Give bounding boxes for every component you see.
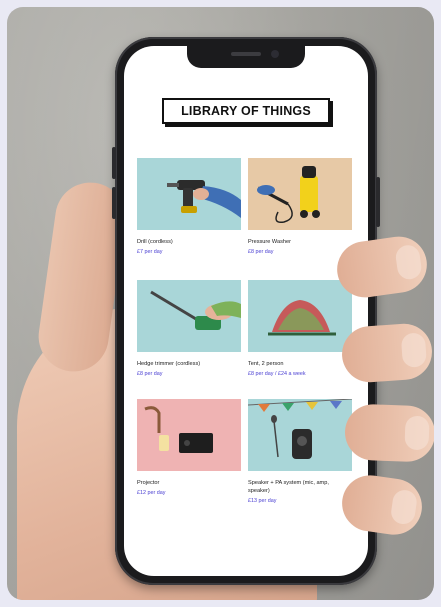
earpiece-speaker [231,52,261,56]
speaker-image[interactable] [248,399,352,471]
tent-icon [268,300,336,336]
product-card-pressure-washer[interactable]: Pressure Washer £8 per day [248,158,352,256]
product-title[interactable]: Speaker + PA system (mic, amp, speaker) [248,479,352,495]
product-card-hedge-trimmer[interactable]: Hedge trimmer (cordless) £8 per day [137,280,241,378]
hedge-trimmer-icon [150,290,241,330]
image-frame: LIBRARY OF THINGS Drill (cordless) £7 pe… [0,0,441,607]
projector-image[interactable] [137,399,241,471]
logo-text: LIBRARY OF THINGS [181,104,311,118]
power-button [376,177,380,227]
projector-icon [144,406,213,453]
product-card-drill[interactable]: Drill (cordless) £7 per day [137,158,241,256]
front-camera [271,50,279,58]
product-title[interactable]: Pressure Washer [248,238,352,246]
tent-image[interactable] [248,280,352,352]
hedge-trimmer-image[interactable] [137,280,241,352]
finger-middle [340,321,434,385]
volume-up-button [112,147,116,179]
library-of-things-logo[interactable]: LIBRARY OF THINGS [162,98,330,124]
drill-icon [167,180,241,218]
drill-image[interactable] [137,158,241,230]
smartphone: LIBRARY OF THINGS Drill (cordless) £7 pe… [112,37,380,585]
pressure-washer-image[interactable] [248,158,352,230]
product-card-tent[interactable]: Tent, 2 person £8 per day / £24 a week [248,280,352,378]
product-price: £13 per day [248,498,277,504]
product-price: £7 per day [137,249,163,255]
finger-ring [344,403,434,463]
product-price: £8 per day [137,371,163,377]
product-price: £8 per day [248,249,274,255]
product-title[interactable]: Tent, 2 person [248,360,352,368]
product-title[interactable]: Hedge trimmer (cordless) [137,360,241,368]
product-price: £8 per day / £24 a week [248,371,306,377]
product-card-projector[interactable]: Projector £12 per day [137,399,241,497]
product-price: £12 per day [137,490,166,496]
product-title[interactable]: Drill (cordless) [137,238,241,246]
volume-down-button [112,187,116,219]
speaker-icon [248,399,352,459]
photo-background: LIBRARY OF THINGS Drill (cordless) £7 pe… [7,7,434,600]
product-title[interactable]: Projector [137,479,241,487]
pressure-washer-icon [257,166,320,224]
product-card-speaker[interactable]: Speaker + PA system (mic, amp, speaker) … [248,399,352,505]
phone-notch [187,46,305,68]
phone-screen: LIBRARY OF THINGS Drill (cordless) £7 pe… [124,46,368,576]
